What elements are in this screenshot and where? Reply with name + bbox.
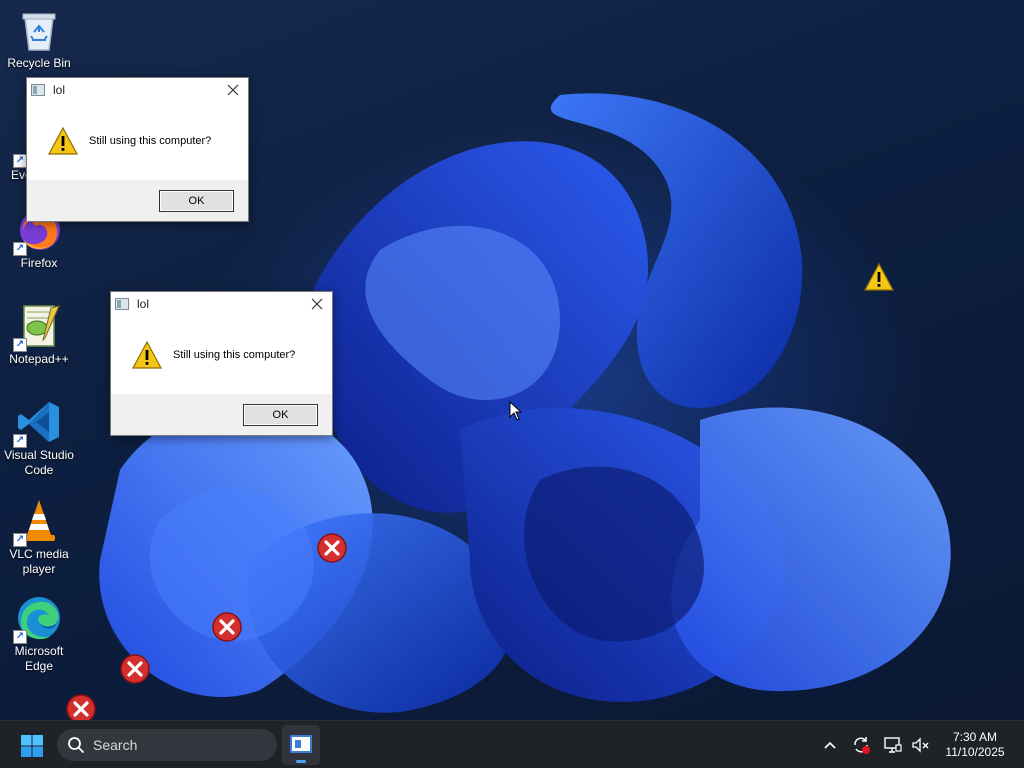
shortcut-arrow-icon: ↗ bbox=[13, 242, 27, 256]
dialog-titlebar[interactable]: lol bbox=[27, 78, 248, 102]
taskbar-search-box[interactable]: Search bbox=[57, 729, 277, 761]
dialog-titlebar[interactable]: lol bbox=[111, 292, 332, 316]
desktop-icon-label: Firefox bbox=[20, 256, 58, 270]
close-icon bbox=[311, 298, 323, 310]
recycle-bin-icon bbox=[15, 6, 63, 54]
dialog-title: lol bbox=[137, 297, 150, 311]
edge-icon: ↗ bbox=[13, 594, 63, 644]
notepad-plus-plus-icon: ↗ bbox=[13, 302, 63, 352]
ok-button[interactable]: OK bbox=[243, 404, 318, 426]
window-app-icon bbox=[115, 298, 129, 310]
shortcut-arrow-icon: ↗ bbox=[13, 533, 27, 547]
clock-date: 11/10/2025 bbox=[945, 745, 1005, 759]
error-x-icon bbox=[317, 533, 347, 563]
app-window-icon bbox=[290, 735, 312, 753]
desktop-icon-recycle-bin[interactable]: Recycle Bin bbox=[0, 6, 78, 71]
desktop-icon-edge[interactable]: ↗ Microsoft Edge bbox=[0, 594, 78, 674]
close-icon bbox=[227, 84, 239, 96]
active-app-indicator bbox=[296, 760, 306, 763]
taskbar-app-button[interactable] bbox=[282, 725, 320, 765]
desktop-icon-label: Visual Studio Code bbox=[4, 448, 74, 477]
window-app-icon bbox=[31, 84, 45, 96]
desktop-icon-label: Notepad++ bbox=[9, 352, 69, 366]
error-x-icon bbox=[66, 694, 96, 720]
dialog-footer: OK bbox=[111, 394, 332, 435]
shortcut-arrow-icon: ↗ bbox=[13, 434, 27, 448]
windows-start-icon[interactable] bbox=[20, 734, 44, 758]
dialog-footer: OK bbox=[27, 180, 248, 221]
dialog-title: lol bbox=[53, 83, 66, 97]
search-label: Search bbox=[93, 737, 138, 753]
warning-icon bbox=[47, 126, 79, 155]
desktop-icon-notepad-plus-plus[interactable]: ↗ Notepad++ bbox=[0, 302, 78, 367]
desktop-icon-label: Recycle Bin bbox=[7, 56, 71, 70]
desktop-icon-label: Microsoft Edge bbox=[14, 644, 64, 673]
vscode-icon: ↗ bbox=[13, 398, 63, 448]
warning-icon bbox=[131, 340, 163, 369]
vlc-cone-icon: ↗ bbox=[13, 497, 63, 547]
close-button[interactable] bbox=[302, 292, 332, 316]
chevron-up-icon[interactable] bbox=[820, 735, 840, 755]
ok-button[interactable]: OK bbox=[159, 190, 234, 212]
close-button[interactable] bbox=[218, 78, 248, 102]
display-icon[interactable] bbox=[883, 735, 903, 755]
desktop-icon-vlc[interactable]: ↗ VLC media player bbox=[0, 497, 78, 577]
dialog-body: Still using this computer? bbox=[111, 316, 332, 394]
dialog-message: Still using this computer? bbox=[89, 135, 212, 147]
message-dialog[interactable]: lol Still using this computer? OK bbox=[110, 291, 333, 436]
shortcut-arrow-icon: ↗ bbox=[13, 338, 27, 352]
warning-icon bbox=[863, 262, 895, 291]
message-dialog[interactable]: lol Still using this computer? OK bbox=[26, 77, 249, 222]
shortcut-arrow-icon: ↗ bbox=[13, 630, 27, 644]
dialog-message: Still using this computer? bbox=[173, 349, 296, 361]
dialog-body: Still using this computer? bbox=[27, 102, 248, 180]
error-x-icon bbox=[212, 612, 242, 642]
taskbar: Search 7:30 AM 11/10/2025 bbox=[0, 720, 1024, 768]
clock-time: 7:30 AM bbox=[952, 730, 998, 744]
error-x-icon bbox=[120, 654, 150, 684]
desktop: Recycle Bin ↗ Eve ↗ Firefox ↗ Notepad++ … bbox=[0, 0, 1024, 720]
sync-error-icon[interactable] bbox=[851, 735, 871, 755]
mouse-cursor-icon bbox=[509, 401, 523, 421]
search-icon bbox=[68, 737, 84, 753]
taskbar-clock[interactable]: 7:30 AM 11/10/2025 bbox=[940, 730, 1010, 760]
shortcut-arrow-icon: ↗ bbox=[13, 154, 27, 168]
desktop-icon-label: VLC media player bbox=[9, 547, 69, 576]
speaker-muted-icon[interactable] bbox=[910, 735, 930, 755]
desktop-icon-vs-code[interactable]: ↗ Visual Studio Code bbox=[0, 398, 78, 478]
